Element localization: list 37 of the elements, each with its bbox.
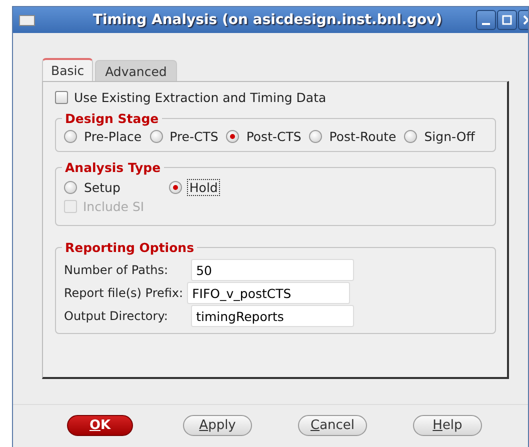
checkbox[interactable] [55,91,68,104]
group-title: Analysis Type [64,160,162,175]
radio-button[interactable] [226,130,240,143]
checkbox-label[interactable]: Use Existing Extraction and Timing Data [74,90,326,105]
radio-button[interactable] [150,130,163,143]
dialog-button[interactable]: Cancel [298,415,367,436]
radio-button[interactable] [169,181,182,194]
minimize-button[interactable] [476,10,496,30]
radio-label[interactable]: Hold [187,179,220,196]
group-title: Design Stage [64,111,160,126]
input-field[interactable]: 50 [191,259,354,281]
window-menu-icon[interactable] [19,14,35,26]
field-label: Number of Paths: [64,263,170,277]
window-title: Timing Analysis (on asicdesign.inst.bnl.gov) [92,12,444,28]
radio-button[interactable] [309,130,322,143]
radio-label[interactable]: Pre-Place [82,128,144,145]
tab[interactable]: Advanced [95,60,177,81]
radio-label[interactable]: Sign-Off [422,128,477,145]
radio-label[interactable]: Post-Route [327,128,398,145]
radio-label[interactable]: Setup [82,179,122,196]
field-label: Output Directory: [64,309,169,323]
minimize-icon [482,23,490,25]
radio-label[interactable]: Post-CTS [244,128,304,145]
radio-button[interactable] [64,130,77,143]
input-field[interactable]: timingReports [191,305,354,327]
group-title: Reporting Options [64,240,196,255]
dialog-button[interactable]: OK [67,415,134,436]
maximize-icon [502,15,512,25]
radio-label[interactable]: Pre-CTS [168,128,220,145]
radio-button[interactable] [64,181,77,194]
maximize-button[interactable] [497,10,517,30]
tab[interactable]: Basic [42,58,94,81]
field-label: Report file(s) Prefix: [64,286,184,300]
dialog-button[interactable]: Apply [183,415,252,436]
dialog-button[interactable]: Help [413,415,482,436]
input-field[interactable]: FIFO_v_postCTS [187,282,350,304]
radio-button[interactable] [404,130,418,143]
